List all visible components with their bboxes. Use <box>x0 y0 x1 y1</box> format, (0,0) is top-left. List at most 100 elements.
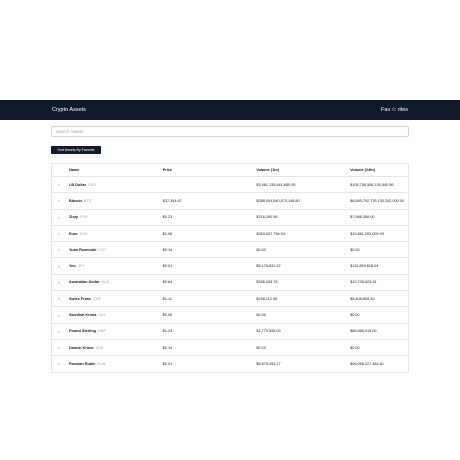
table-row: ☆ Australian Dollar AUD $0.64 $336,028.78 $10… <box>52 274 408 292</box>
header-volume-24hr[interactable]: Volume (24hr) <box>346 164 408 177</box>
asset-name-cell: Yen JPY <box>64 257 159 275</box>
asset-code: GBP <box>97 329 106 334</box>
table-row: ☆ Swedish Krona SEK $0.09 $0.00 $0.00 <box>52 306 408 324</box>
asset-code: RUB <box>97 361 106 366</box>
row-favorite-toggle[interactable]: ☆ <box>52 257 65 275</box>
asset-volume-24hr: $5,408,809.40 <box>346 290 408 308</box>
asset-volume-1hr: $1,770,598.09 <box>252 323 347 340</box>
row-favorite-toggle[interactable]: ☆ <box>52 323 65 340</box>
asset-volume-24hr: $0.00 <box>346 339 408 357</box>
star-outline-icon[interactable]: ☆ <box>57 198 61 203</box>
asset-volume-1hr: $363,537,796.94 <box>252 225 347 243</box>
asset-name-cell: Australian Dollar AUD <box>64 274 159 292</box>
asset-volume-1hr: $336,028.78 <box>252 274 347 292</box>
asset-price: $0.23 <box>158 209 253 226</box>
favorites-label-end: rites <box>397 107 408 113</box>
app-title: Crypto Assets <box>52 107 86 113</box>
row-favorite-toggle[interactable]: ☆ <box>52 274 65 292</box>
asset-code: BTC <box>83 198 92 203</box>
star-outline-icon[interactable]: ☆ <box>57 296 61 301</box>
asset-name-cell: Swiss Franc CHF <box>64 290 159 308</box>
row-favorite-toggle[interactable]: ☆ <box>52 176 65 194</box>
table-row: ☆ Pound Sterling GBP $1.23 $1,770,598.09 $68,… <box>52 323 408 340</box>
asset-code: AUD <box>101 280 110 285</box>
row-favorite-toggle[interactable]: ☆ <box>52 306 65 324</box>
asset-price: $0.01 <box>162 361 173 366</box>
row-favorite-toggle[interactable]: ☆ <box>52 225 65 243</box>
row-favorite-toggle[interactable]: ☆ <box>52 241 65 259</box>
star-outline-icon[interactable]: ☆ <box>57 247 61 252</box>
asset-name-cell: Danish Krone DKK <box>64 339 159 357</box>
asset-price: $0.14 <box>158 241 253 259</box>
asset-name: Swiss Franc <box>68 296 92 301</box>
asset-price: $37,344.67 <box>158 192 253 210</box>
star-outline-icon[interactable]: ☆ <box>57 231 61 236</box>
row-favorite-toggle[interactable]: ☆ <box>52 356 65 372</box>
asset-volume-1hr: $0.00 <box>252 306 347 324</box>
asset-volume-1hr: $6,575,053.17 <box>256 361 281 366</box>
asset-code: SEK <box>98 313 107 318</box>
table-row: ☆ Bitcoin BTC $37,344.67 $288,094,540,573,14… <box>52 192 408 210</box>
asset-name-cell: Pound Sterling GBP <box>64 323 159 340</box>
asset-name: Yen <box>68 264 76 269</box>
asset-name: Russian Ruble <box>68 361 96 366</box>
header-name[interactable]: Name <box>64 164 159 177</box>
asset-code: DKK <box>95 345 104 350</box>
asset-code: JPY <box>77 264 85 269</box>
asset-name: Zloty <box>68 215 79 220</box>
table-header-row: Name Price Volume (1hr) Volume (24hr) <box>52 164 408 177</box>
asset-volume-1hr: $298,112.96 <box>252 290 347 308</box>
star-outline-icon[interactable]: ☆ <box>57 313 61 318</box>
table-row: ☆ Zloty PLN $0.23 $216,280.56 $7,988,358.00 <box>52 209 408 226</box>
asset-volume-1hr: $5,176,831.22 <box>252 257 347 275</box>
asset-name: Bitcoin <box>68 198 82 203</box>
asset-code: PLN <box>80 215 88 220</box>
assets-table: Name Price Volume (1hr) Volume (24hr) ☆ U… <box>51 163 409 373</box>
header-price[interactable]: Price <box>158 164 253 177</box>
asset-price: $1.23 <box>158 323 253 340</box>
star-outline-icon[interactable]: ☆ <box>57 329 61 334</box>
table-row: ☆ Swiss Franc CHF $1.11 $298,112.96 $5,408,80… <box>52 290 408 308</box>
asset-volume-24hr: $0.00 <box>346 241 408 259</box>
favorites-link[interactable]: Fav ☆ rites <box>381 107 408 113</box>
asset-volume-1hr: $288,094,540,573,148.80 <box>252 192 347 210</box>
asset-price: $1.06 <box>158 225 253 243</box>
header-favorite <box>52 164 65 177</box>
asset-code: CHF <box>93 296 101 301</box>
star-outline-icon[interactable]: ☆ <box>57 182 61 187</box>
asset-code: CNY <box>98 247 107 252</box>
row-favorite-toggle[interactable]: ☆ <box>52 290 65 308</box>
search-input[interactable] <box>51 126 409 137</box>
asset-code: EUR <box>79 231 88 236</box>
asset-price: $0.09 <box>158 306 253 324</box>
asset-volume-1hr: $3,481,135,641,880.09 <box>252 176 347 194</box>
star-outline-icon[interactable]: ☆ <box>57 345 61 350</box>
asset-volume-24hr: $0.00 <box>346 306 408 324</box>
sort-by-favorite-button[interactable]: Sort Assets By Favorite <box>51 146 101 154</box>
asset-name: Australian Dollar <box>68 280 100 285</box>
asset-price <box>158 176 253 194</box>
star-outline-icon[interactable]: ☆ <box>57 361 61 366</box>
asset-volume-1hr: $0.00 <box>252 241 347 259</box>
table-row: ☆ Yuan Renminbi CNY $0.14 $0.00 $0.00 <box>52 241 408 259</box>
header-volume-1hr[interactable]: Volume (1hr) <box>252 164 347 177</box>
star-outline-icon[interactable]: ☆ <box>57 215 61 220</box>
asset-name-cell: Bitcoin BTC <box>64 192 159 210</box>
star-outline-icon[interactable]: ☆ <box>57 280 61 285</box>
asset-volume-24hr: $10,735,623.24 <box>346 274 408 292</box>
navbar: Crypto Assets Fav ☆ rites <box>0 100 460 120</box>
star-outline-icon[interactable]: ☆ <box>57 264 61 269</box>
asset-volume-24hr: $105,756,556,126,540.96 <box>346 176 408 194</box>
row-favorite-toggle[interactable]: ☆ <box>52 339 65 357</box>
table-row: ☆ Euro EUR $1.06 $363,537,796.94 $10,861,292,… <box>52 225 408 243</box>
asset-volume-24hr: $6,689,792,776,135,242,000.00 <box>346 192 408 210</box>
asset-volume-1hr: $216,280.56 <box>252 209 347 226</box>
asset-volume-24hr: $7,988,358.00 <box>346 209 408 226</box>
row-favorite-toggle[interactable]: ☆ <box>52 192 65 210</box>
row-favorite-toggle[interactable]: ☆ <box>52 209 65 226</box>
asset-code: USD <box>88 182 97 187</box>
asset-price: $0.14 <box>158 339 253 357</box>
asset-price: $1.11 <box>158 290 253 308</box>
star-outline-icon: ☆ <box>391 107 397 113</box>
asset-name-cell: Yuan Renminbi CNY <box>64 241 159 259</box>
